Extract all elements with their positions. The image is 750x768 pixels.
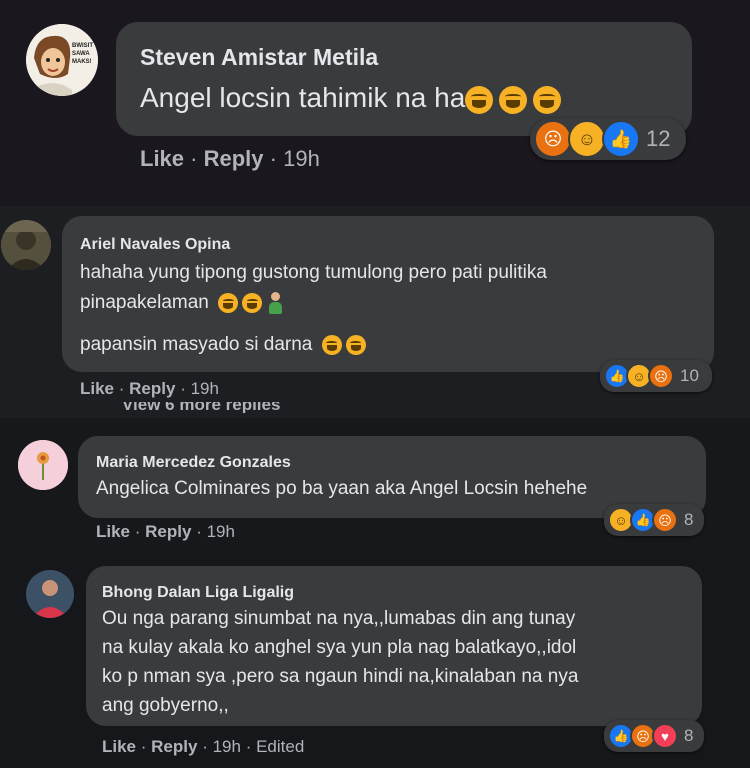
like-link[interactable]: Like <box>80 379 114 398</box>
comment-text-line: Ou nga parang sinumbat na nya,,lumabas d… <box>102 608 576 629</box>
comment-timestamp[interactable]: 19h <box>191 379 219 398</box>
comment-1: BWISIT SAWA MAKS! Steven Amistar Metila … <box>0 0 750 206</box>
like-link[interactable]: Like <box>102 737 136 756</box>
reply-link[interactable]: Reply <box>204 146 264 171</box>
comment-2: Ariel Navales Opina hahaha yung tipong g… <box>0 206 750 418</box>
angry-reaction-icon: ☹ <box>652 507 678 533</box>
laughing-emoji-icon <box>345 334 366 355</box>
comment-text: Angel locsin tahimik na ha <box>140 82 562 114</box>
separator-dot: · <box>118 379 130 398</box>
comment-author[interactable]: Maria Mercedez Gonzales <box>96 454 291 472</box>
sweat-smile-emoji-icon <box>218 293 239 313</box>
comment-text-line: pinapakelaman <box>80 292 284 314</box>
reaction-summary[interactable]: ☹ ☺ 👍 12 <box>530 118 686 160</box>
like-link[interactable]: Like <box>96 522 130 541</box>
comment-text-line: na kulay akala ko anghel sya yun pla nag… <box>102 637 577 658</box>
love-reaction-icon: ♥ <box>652 723 678 749</box>
comment-text-line: hahaha yung tipong gustong tumulong pero… <box>80 262 547 283</box>
haha-reaction-icon: ☺ <box>568 120 606 158</box>
reaction-summary[interactable]: ☺ 👍 ☹ 8 <box>604 504 704 536</box>
like-link[interactable]: Like <box>140 146 184 171</box>
separator-dot: · <box>190 146 204 171</box>
comment-3: Maria Mercedez Gonzales Angelica Colmina… <box>0 418 750 552</box>
laughing-emoji-icon <box>321 334 342 355</box>
avatar[interactable] <box>26 570 74 618</box>
comment-text-line: ang gobyerno,, <box>102 695 229 716</box>
comment-author[interactable]: Ariel Navales Opina <box>80 236 230 254</box>
reply-link[interactable]: Reply <box>151 737 197 756</box>
avatar[interactable]: BWISIT SAWA MAKS! <box>26 24 98 96</box>
comment-text-content: Angel locsin tahimik na ha <box>140 82 466 113</box>
person-shrugging-emoji-icon <box>266 292 284 314</box>
comment-timestamp[interactable]: 19h <box>207 522 235 541</box>
comment-timestamp[interactable]: 19h <box>283 146 320 171</box>
reaction-count: 12 <box>646 126 671 151</box>
comment-4: Bhong Dalan Liga Ligalig Ou nga parang s… <box>0 552 750 768</box>
comment-author[interactable]: Steven Amistar Metila <box>140 44 378 71</box>
comment-actions: Like · Reply · 19h <box>80 379 219 399</box>
avatar[interactable] <box>18 440 68 490</box>
angry-reaction-icon: ☹ <box>648 363 674 389</box>
comment-text-line: ko p nman sya ,pero sa ngaun hindi na,ki… <box>102 666 579 687</box>
reply-link[interactable]: Reply <box>145 522 191 541</box>
reaction-summary[interactable]: 👍 ☺ ☹ 10 <box>600 360 712 392</box>
separator-dot: · <box>134 522 146 541</box>
avatar-flower-icon <box>18 440 68 490</box>
separator-dot: · <box>140 737 152 756</box>
separator-dot: · <box>180 379 191 398</box>
reaction-count: 8 <box>684 726 694 745</box>
separator-dot: · <box>196 522 207 541</box>
comment-text-content: pinapakelaman <box>80 292 209 314</box>
separator-dot: · <box>245 737 257 756</box>
avatar-badge-text: BWISIT SAWA MAKS! <box>72 43 93 65</box>
avatar-photo-icon <box>1 220 51 270</box>
comment-text: Angelica Colminares po ba yaan aka Angel… <box>96 478 588 499</box>
like-reaction-icon: 👍 <box>602 120 640 158</box>
view-more-replies-label: View 6 more replies <box>122 402 281 413</box>
comment-text-content: papansin masyado si darna <box>80 334 313 355</box>
angry-reaction-icon: ☹ <box>534 120 572 158</box>
separator-dot: · <box>202 737 213 756</box>
comment-timestamp[interactable]: 19h <box>213 737 241 756</box>
comment-actions: Like · Reply · 19h <box>96 522 235 542</box>
view-more-replies-link[interactable]: View 6 more replies <box>122 402 280 413</box>
reaction-count: 10 <box>680 366 699 385</box>
laughing-emoji-icon <box>533 85 562 114</box>
separator-dot: · <box>269 146 284 171</box>
comment-text-line: papansin masyado si darna <box>80 334 366 356</box>
edited-label: Edited <box>256 737 305 756</box>
avatar[interactable] <box>1 220 51 270</box>
reaction-count: 8 <box>684 510 694 529</box>
avatar-photo-icon <box>26 570 74 618</box>
reply-link[interactable]: Reply <box>129 379 175 398</box>
laughing-emoji-icon <box>242 293 263 313</box>
laughing-emoji-icon <box>499 85 528 114</box>
laughing-emoji-icon <box>465 85 494 114</box>
reaction-summary[interactable]: 👍 ☹ ♥ 8 <box>604 720 704 752</box>
comment-actions: Like · Reply · 19h <box>140 146 320 172</box>
comment-author[interactable]: Bhong Dalan Liga Ligalig <box>102 584 294 602</box>
comment-actions: Like · Reply · 19h · Edited <box>102 737 304 757</box>
